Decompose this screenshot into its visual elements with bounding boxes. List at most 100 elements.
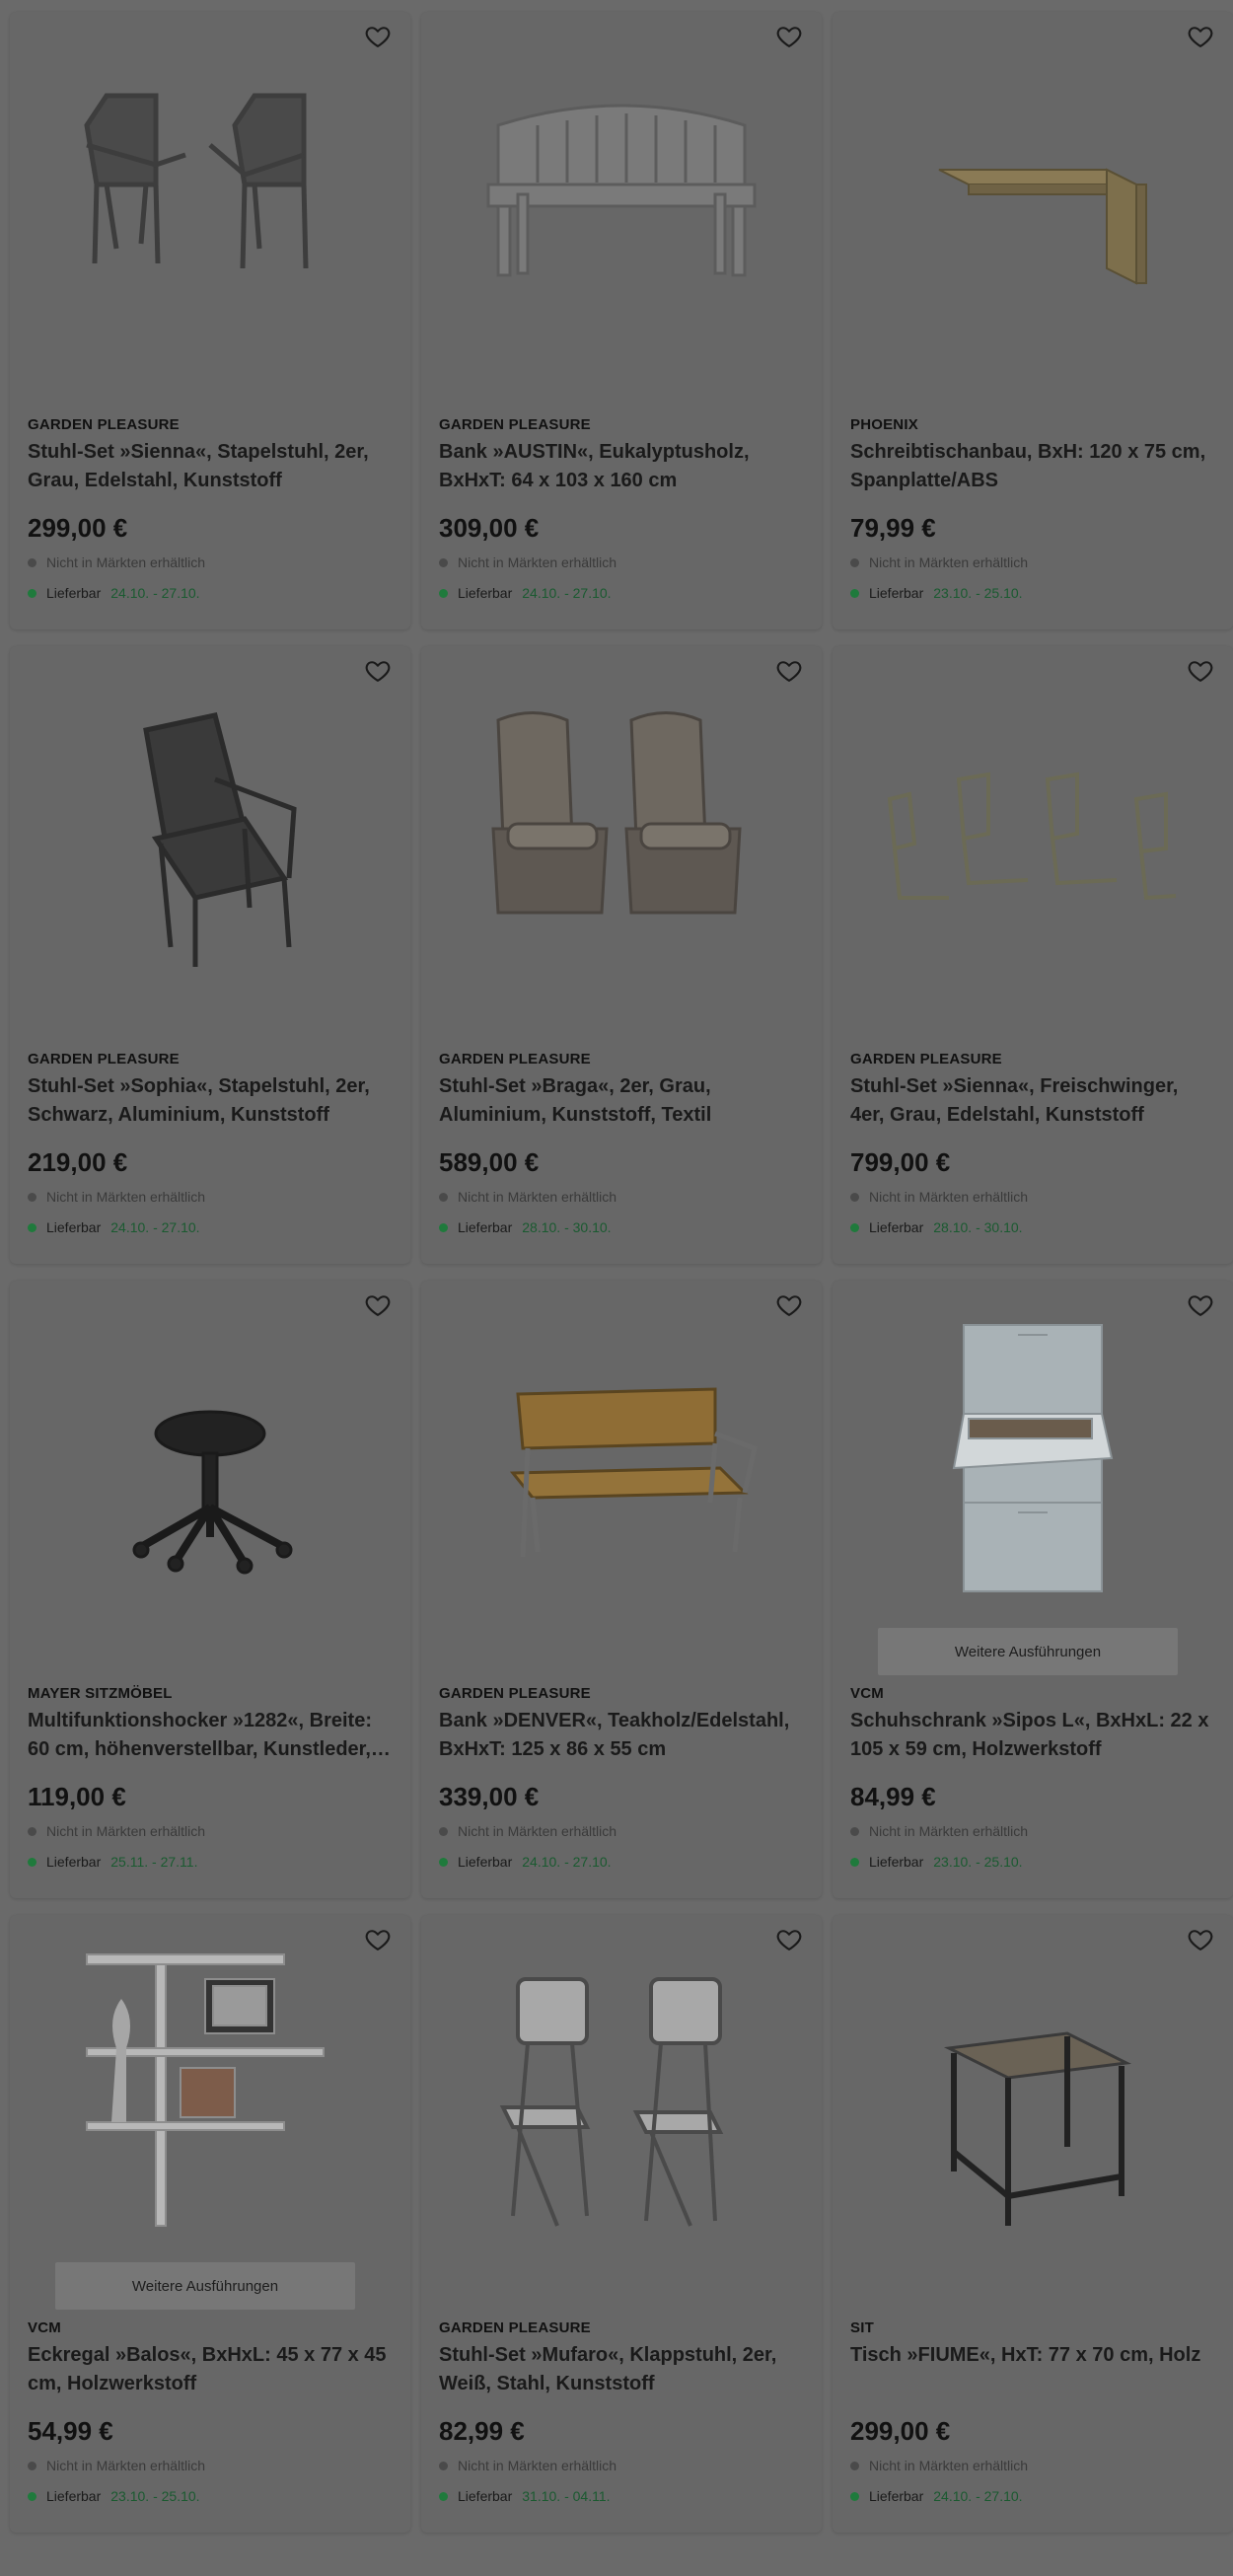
favorite-heart-icon[interactable] bbox=[1184, 1923, 1217, 1956]
product-image[interactable] bbox=[421, 646, 822, 1021]
delivery-dot-icon bbox=[850, 1857, 859, 1867]
product-card-9[interactable]: Weitere Ausführungen VCM Schuhschrank »S… bbox=[833, 1281, 1233, 1898]
product-title[interactable]: Stuhl-Set »Sophia«, Stapelstuhl, 2er, Sc… bbox=[28, 1072, 395, 1130]
delivery-info: Lieferbar 24.10. - 27.10. bbox=[28, 585, 200, 601]
favorite-heart-icon[interactable] bbox=[772, 1288, 806, 1322]
product-price: 299,00 € bbox=[850, 2416, 951, 2446]
product-card-10[interactable]: Weitere Ausführungen VCM Eckregal »Balos… bbox=[10, 1915, 410, 2533]
delivery-info: Lieferbar 25.11. - 27.11. bbox=[28, 1854, 197, 1870]
availability-dot-icon bbox=[28, 2461, 36, 2470]
product-title[interactable]: Multifunktionshocker »1282«, Breite: 60 … bbox=[28, 1707, 395, 1764]
product-brand: GARDEN PLEASURE bbox=[28, 416, 180, 433]
delivery-info: Lieferbar 24.10. - 27.10. bbox=[850, 2488, 1023, 2504]
product-image[interactable] bbox=[833, 1915, 1233, 2290]
product-title[interactable]: Stuhl-Set »Mufaro«, Klappstuhl, 2er, Wei… bbox=[439, 2341, 806, 2398]
product-card-4[interactable]: GARDEN PLEASURE Stuhl-Set »Sophia«, Stap… bbox=[10, 646, 410, 1264]
product-title[interactable]: Stuhl-Set »Braga«, 2er, Grau, Aluminium,… bbox=[439, 1072, 806, 1130]
favorite-heart-icon[interactable] bbox=[772, 1923, 806, 1956]
availability-text: Nicht in Märkten erhältlich bbox=[458, 1189, 617, 1205]
product-price: 299,00 € bbox=[28, 513, 128, 543]
delivery-dates: 28.10. - 30.10. bbox=[522, 1219, 612, 1235]
delivery-label: Lieferbar bbox=[458, 1219, 513, 1235]
product-card-2[interactable]: GARDEN PLEASURE Bank »AUSTIN«, Eukalyptu… bbox=[421, 12, 822, 629]
availability-dot-icon bbox=[28, 1192, 36, 1202]
corner-shelf-icon bbox=[86, 1953, 325, 2227]
product-card-8[interactable]: GARDEN PLEASURE Bank »DENVER«, Teakholz/… bbox=[421, 1281, 822, 1898]
product-title[interactable]: Bank »AUSTIN«, Eukalyptusholz, BxHxT: 64… bbox=[439, 438, 806, 495]
availability-text: Nicht in Märkten erhältlich bbox=[46, 554, 206, 570]
delivery-dot-icon bbox=[439, 2491, 448, 2501]
cantilever-chairs-icon bbox=[887, 772, 1177, 901]
favorite-heart-icon[interactable] bbox=[772, 654, 806, 688]
product-brand: PHOENIX bbox=[850, 416, 918, 433]
availability-dot-icon bbox=[28, 1826, 36, 1836]
product-brand: GARDEN PLEASURE bbox=[439, 416, 591, 433]
delivery-info: Lieferbar 24.10. - 27.10. bbox=[439, 585, 612, 601]
delivery-dot-icon bbox=[28, 1857, 36, 1867]
product-image[interactable] bbox=[833, 646, 1233, 1021]
delivery-dates: 24.10. - 27.10. bbox=[110, 1219, 200, 1235]
delivery-dates: 24.10. - 27.10. bbox=[522, 585, 612, 601]
product-title[interactable]: Schuhschrank »Sipos L«, BxHxL: 22 x 105 … bbox=[850, 1707, 1217, 1764]
product-image[interactable] bbox=[10, 1281, 410, 1656]
favorite-heart-icon[interactable] bbox=[361, 654, 395, 688]
product-price: 54,99 € bbox=[28, 2416, 113, 2446]
favorite-heart-icon[interactable] bbox=[361, 1923, 395, 1956]
product-card-6[interactable]: GARDEN PLEASURE Stuhl-Set »Sienna«, Frei… bbox=[833, 646, 1233, 1264]
product-title[interactable]: Tisch »FIUME«, HxT: 77 x 70 cm, Holz bbox=[850, 2341, 1217, 2370]
favorite-heart-icon[interactable] bbox=[1184, 654, 1217, 688]
availability-dot-icon bbox=[850, 557, 859, 567]
delivery-label: Lieferbar bbox=[46, 1219, 102, 1235]
more-variants-button[interactable]: Weitere Ausführungen bbox=[878, 1628, 1178, 1675]
delivery-info: Lieferbar 23.10. - 25.10. bbox=[850, 585, 1023, 601]
product-title[interactable]: Stuhl-Set »Sienna«, Stapelstuhl, 2er, Gr… bbox=[28, 438, 395, 495]
product-image[interactable] bbox=[10, 1915, 410, 2290]
availability-dot-icon bbox=[439, 1826, 448, 1836]
product-title[interactable]: Schreibtischanbau, BxH: 120 x 75 cm, Spa… bbox=[850, 438, 1217, 495]
product-image[interactable] bbox=[833, 12, 1233, 387]
favorite-heart-icon[interactable] bbox=[772, 20, 806, 53]
product-brand: VCM bbox=[850, 1685, 884, 1702]
product-title[interactable]: Eckregal »Balos«, BxHxL: 45 x 77 x 45 cm… bbox=[28, 2341, 395, 2398]
folding-chairs-icon bbox=[499, 1977, 724, 2227]
product-brand: SIT bbox=[850, 2319, 874, 2336]
product-title[interactable]: Stuhl-Set »Sienna«, Freischwinger, 4er, … bbox=[850, 1072, 1217, 1130]
delivery-dates: 25.11. - 27.11. bbox=[110, 1854, 198, 1870]
product-card-3[interactable]: PHOENIX Schreibtischanbau, BxH: 120 x 75… bbox=[833, 12, 1233, 629]
favorite-heart-icon[interactable] bbox=[1184, 1288, 1217, 1322]
availability-text: Nicht in Märkten erhältlich bbox=[869, 1189, 1029, 1205]
delivery-label: Lieferbar bbox=[46, 2488, 102, 2504]
product-grid: GARDEN PLEASURE Stuhl-Set »Sienna«, Stap… bbox=[0, 0, 1233, 2533]
product-image[interactable] bbox=[833, 1281, 1233, 1656]
product-card-11[interactable]: GARDEN PLEASURE Stuhl-Set »Mufaro«, Klap… bbox=[421, 1915, 822, 2533]
favorite-heart-icon[interactable] bbox=[1184, 20, 1217, 53]
product-card-1[interactable]: GARDEN PLEASURE Stuhl-Set »Sienna«, Stap… bbox=[10, 12, 410, 629]
product-image[interactable] bbox=[421, 12, 822, 387]
product-card-12[interactable]: SIT Tisch »FIUME«, HxT: 77 x 70 cm, Holz… bbox=[833, 1915, 1233, 2533]
wicker-chairs-icon bbox=[491, 711, 742, 915]
product-image[interactable] bbox=[10, 12, 410, 387]
availability-text: Nicht in Märkten erhältlich bbox=[46, 1189, 206, 1205]
product-image[interactable] bbox=[10, 646, 410, 1021]
store-availability: Nicht in Märkten erhältlich bbox=[439, 1189, 616, 1205]
store-availability: Nicht in Märkten erhältlich bbox=[28, 2458, 205, 2473]
favorite-heart-icon[interactable] bbox=[361, 20, 395, 53]
availability-text: Nicht in Märkten erhältlich bbox=[458, 554, 617, 570]
shoe-cabinet-icon bbox=[952, 1324, 1114, 1592]
store-availability: Nicht in Märkten erhältlich bbox=[850, 554, 1028, 570]
product-image[interactable] bbox=[421, 1281, 822, 1656]
product-card-5[interactable]: GARDEN PLEASURE Stuhl-Set »Braga«, 2er, … bbox=[421, 646, 822, 1264]
availability-dot-icon bbox=[439, 557, 448, 567]
product-title[interactable]: Bank »DENVER«, Teakholz/Edelstahl, BxHxT… bbox=[439, 1707, 806, 1764]
product-card-7[interactable]: MAYER SITZMÖBEL Multifunktionshocker »12… bbox=[10, 1281, 410, 1898]
more-variants-button[interactable]: Weitere Ausführungen bbox=[55, 2262, 355, 2310]
favorite-heart-icon[interactable] bbox=[361, 1288, 395, 1322]
stool-icon bbox=[132, 1410, 293, 1575]
delivery-dates: 24.10. - 27.10. bbox=[933, 2488, 1023, 2504]
product-image[interactable] bbox=[421, 1915, 822, 2290]
delivery-label: Lieferbar bbox=[46, 585, 102, 601]
product-price: 589,00 € bbox=[439, 1147, 540, 1177]
availability-dot-icon bbox=[850, 1192, 859, 1202]
product-brand: VCM bbox=[28, 2319, 61, 2336]
delivery-info: Lieferbar 23.10. - 25.10. bbox=[850, 1854, 1023, 1870]
